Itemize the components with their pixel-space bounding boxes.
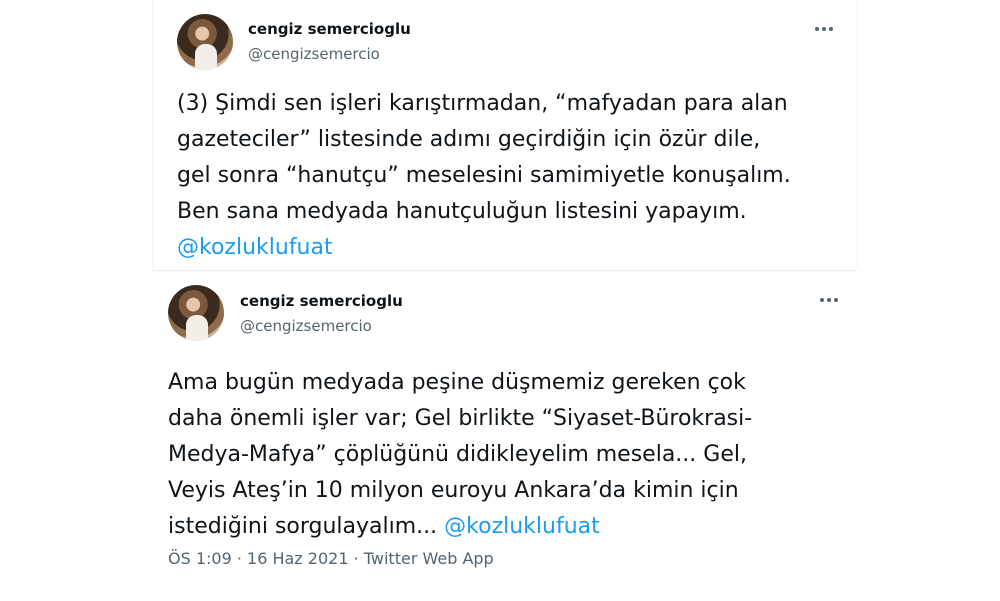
more-horizontal-icon [827,298,831,302]
author-name[interactable]: cengiz semercioglu [240,292,403,310]
author-handle[interactable]: @cengizsemercio [240,317,372,335]
more-horizontal-icon [829,27,833,31]
more-horizontal-icon [820,298,824,302]
author-handle[interactable]: @cengizsemercio [248,45,380,63]
more-options-button[interactable] [815,22,833,36]
tweet-text: (3) Şimdi sen işleri karıştırmadan, “maf… [177,86,847,266]
more-horizontal-icon [822,27,826,31]
more-horizontal-icon [834,298,838,302]
mention-link[interactable]: @kozluklufuat [444,514,600,539]
mention-link[interactable]: @kozluklufuat [177,235,333,260]
avatar[interactable] [177,14,233,70]
tweet-text: Ama bugün medyada peşine düşmemiz gereke… [168,365,752,545]
author-name[interactable]: cengiz semercioglu [248,20,411,38]
tweet-card[interactable]: cengiz semercioglu @cengizsemercio (3) Ş… [152,0,858,268]
tweet-card[interactable]: cengiz semercioglu @cengizsemercio Ama b… [152,270,856,601]
tweet-body: (3) Şimdi sen işleri karıştırmadan, “maf… [177,91,791,224]
more-horizontal-icon [815,27,819,31]
more-options-button[interactable] [820,293,838,307]
avatar[interactable] [168,285,224,341]
tweet-timestamp[interactable]: ÖS 1:09 · 16 Haz 2021 · Twitter Web App [168,549,494,568]
